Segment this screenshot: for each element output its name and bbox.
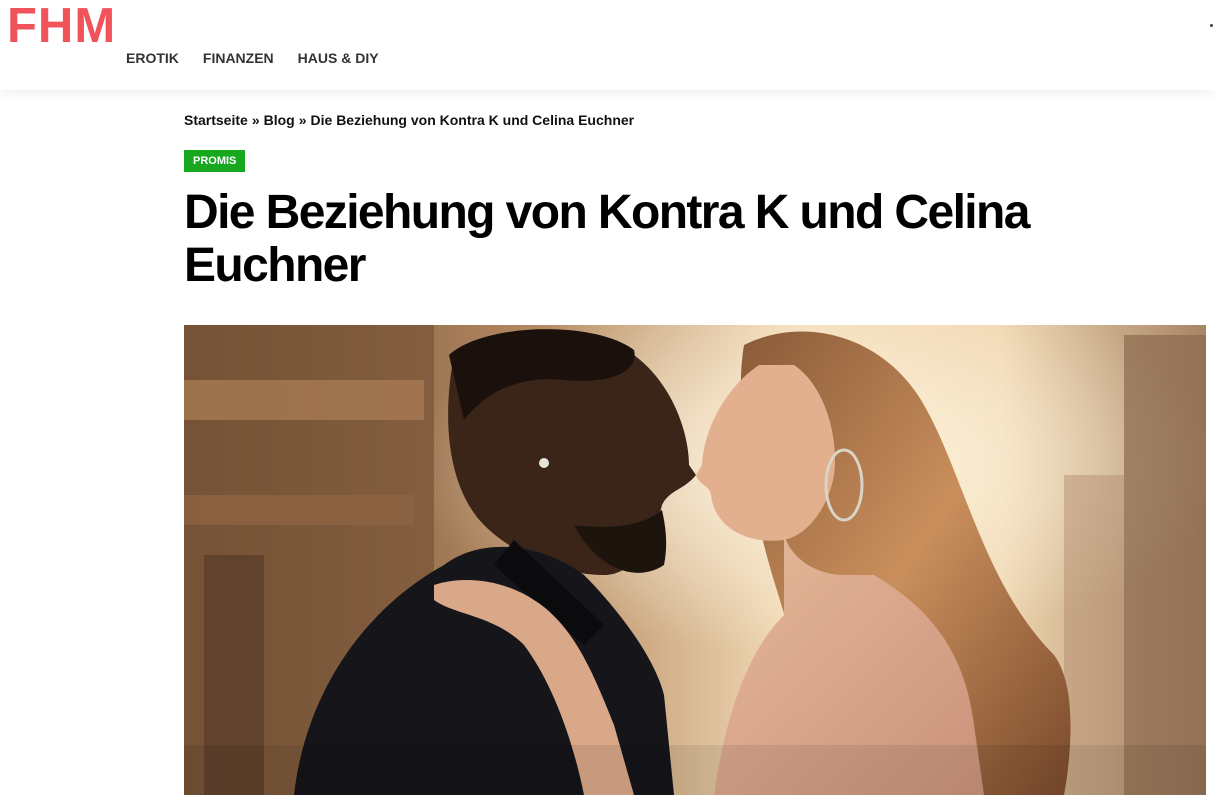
hero-image	[184, 325, 1206, 795]
nav-item-haus-diy[interactable]: HAUS & DIY	[298, 50, 379, 66]
breadcrumb-separator: »	[298, 112, 307, 128]
breadcrumb-current: Die Beziehung von Kontra K und Celina Eu…	[310, 112, 635, 128]
site-logo[interactable]: FHM	[7, 2, 116, 51]
breadcrumb: Startseite » Blog » Die Beziehung von Ko…	[184, 112, 1206, 128]
article-content: Startseite » Blog » Die Beziehung von Ko…	[184, 90, 1206, 292]
category-badge[interactable]: PROMIS	[184, 150, 246, 173]
menu-dot-icon[interactable]	[1210, 24, 1213, 27]
article-title: Die Beziehung von Kontra K und Celina Eu…	[184, 186, 1030, 293]
main-nav: EROTIK FINANZEN HAUS & DIY	[126, 50, 379, 66]
nav-item-erotik[interactable]: EROTIK	[126, 50, 179, 66]
breadcrumb-separator: »	[251, 112, 260, 128]
breadcrumb-home-link[interactable]: Startseite	[184, 112, 248, 128]
nav-item-finanzen[interactable]: FINANZEN	[203, 50, 274, 66]
breadcrumb-blog-link[interactable]: Blog	[264, 112, 295, 128]
site-header: FHM EROTIK FINANZEN HAUS & DIY	[0, 0, 1215, 90]
